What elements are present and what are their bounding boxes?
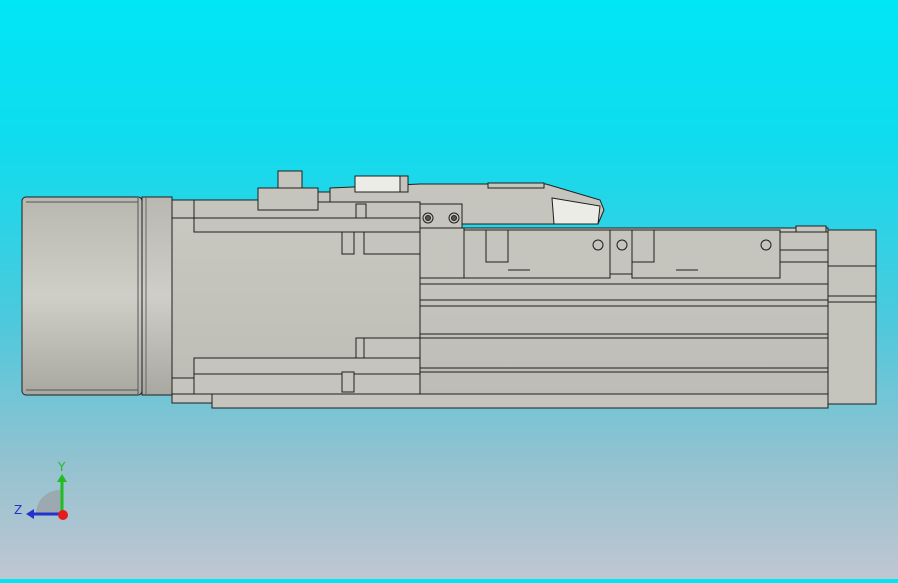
z-axis-label: Z <box>14 503 22 517</box>
actuator-model[interactable] <box>21 170 877 409</box>
base-plate <box>171 393 213 404</box>
y-axis-arrow <box>57 474 67 482</box>
hole <box>592 239 604 251</box>
model-canvas[interactable]: Y Z <box>0 0 898 579</box>
hole <box>616 239 628 251</box>
triad-plane <box>35 489 62 514</box>
y-axis-label: Y <box>57 460 66 474</box>
view-triad[interactable]: Y Z <box>14 460 68 520</box>
top-bracket <box>257 187 319 211</box>
z-axis-arrow <box>26 509 34 519</box>
motor-housing <box>21 196 143 396</box>
triad-origin <box>58 510 68 520</box>
cad-viewport[interactable]: Y Z <box>0 0 898 579</box>
hole <box>760 239 772 251</box>
end-cap <box>827 229 877 405</box>
